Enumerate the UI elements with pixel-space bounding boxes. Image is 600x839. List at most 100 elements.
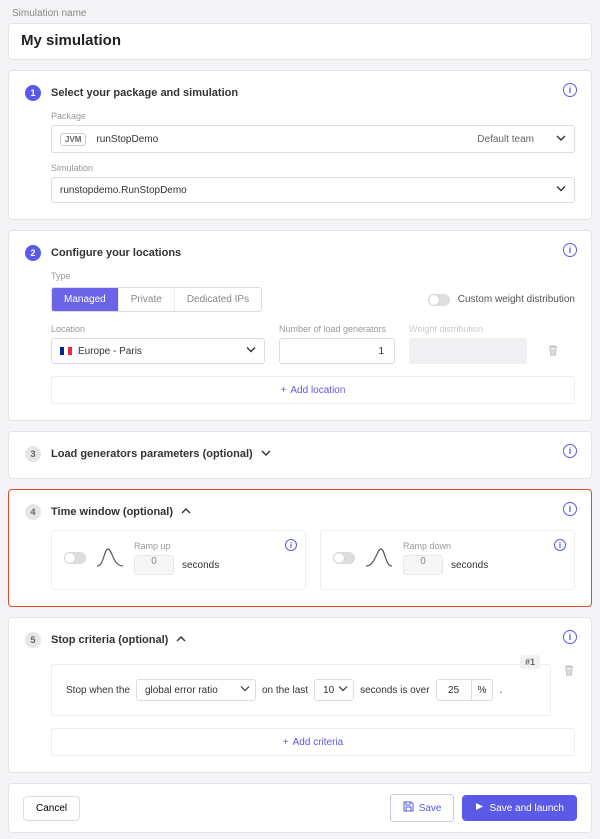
- ramp-down-unit: seconds: [451, 560, 488, 571]
- step5-header[interactable]: 5 Stop criteria (optional): [25, 632, 575, 648]
- custom-weight-toggle[interactable]: [428, 294, 450, 306]
- jvm-tag: JVM: [60, 133, 86, 146]
- cancel-button[interactable]: Cancel: [23, 796, 80, 821]
- last-seconds-select[interactable]: 10: [314, 679, 354, 701]
- custom-weight-label: Custom weight distribution: [458, 294, 575, 305]
- trash-icon[interactable]: [547, 344, 559, 360]
- step1-card: i 1 Select your package and simulation P…: [8, 70, 592, 220]
- threshold-unit: %: [471, 680, 493, 700]
- title-card: My simulation: [8, 23, 592, 60]
- step3-header[interactable]: 3 Load generators parameters (optional): [25, 446, 575, 462]
- last-seconds-value: 10: [323, 685, 334, 696]
- ramp-down-toggle[interactable]: [333, 552, 355, 564]
- package-name: runStopDemo: [96, 134, 477, 145]
- ramp-up-label: Ramp up: [134, 541, 219, 551]
- step1-title: Select your package and simulation: [51, 87, 238, 99]
- metric-value: global error ratio: [145, 685, 218, 696]
- weight-dist-label: Weight distribution: [409, 324, 527, 334]
- ramp-up-unit: seconds: [182, 560, 219, 571]
- info-icon[interactable]: i: [563, 444, 577, 458]
- save-launch-button[interactable]: Save and launch: [462, 795, 577, 821]
- info-icon[interactable]: i: [563, 630, 577, 644]
- ramp-up-curve-icon: [96, 547, 124, 570]
- simulation-label: Simulation: [51, 163, 575, 173]
- page-title: My simulation: [21, 32, 579, 49]
- generators-input[interactable]: 1: [279, 338, 395, 364]
- ramp-up-input[interactable]: 0: [134, 555, 174, 575]
- chevron-down-icon: [338, 684, 348, 697]
- custom-weight-row: Custom weight distribution: [428, 294, 575, 306]
- step2-header: 2 Configure your locations: [25, 245, 575, 261]
- step5-title: Stop criteria (optional): [51, 634, 168, 646]
- generators-label: Number of load generators: [279, 324, 395, 334]
- save-launch-label: Save and launch: [489, 803, 564, 814]
- step3-title: Load generators parameters (optional): [51, 448, 253, 460]
- plus-icon: +: [281, 385, 287, 396]
- step3-card: i 3 Load generators parameters (optional…: [8, 431, 592, 479]
- generators-value: 1: [378, 346, 384, 357]
- weight-dist-disabled: [409, 338, 527, 364]
- step4-header[interactable]: 4 Time window (optional): [25, 504, 575, 520]
- location-type-tabs: Managed Private Dedicated IPs: [51, 287, 262, 312]
- chevron-up-icon: [181, 506, 191, 519]
- step4-card: i 4 Time window (optional) i Ramp up 0 s…: [8, 489, 592, 607]
- play-icon: [475, 802, 484, 814]
- location-label: Location: [51, 324, 265, 334]
- metric-select[interactable]: global error ratio: [136, 679, 256, 701]
- step4-badge: 4: [25, 504, 41, 520]
- chevron-up-icon: [176, 634, 186, 647]
- threshold-value: 25: [437, 685, 471, 696]
- location-select[interactable]: Europe - Paris: [51, 338, 265, 364]
- info-icon[interactable]: i: [563, 83, 577, 97]
- step2-title: Configure your locations: [51, 247, 181, 259]
- step5-badge: 5: [25, 632, 41, 648]
- ramp-down-input[interactable]: 0: [403, 555, 443, 575]
- tab-private[interactable]: Private: [119, 288, 175, 311]
- info-icon[interactable]: i: [563, 243, 577, 257]
- step2-badge: 2: [25, 245, 41, 261]
- stop-when-text: Stop when the: [66, 685, 130, 696]
- step5-card: i 5 Stop criteria (optional) #1 Stop whe…: [8, 617, 592, 773]
- step4-title: Time window (optional): [51, 506, 173, 518]
- chevron-down-icon: [261, 448, 271, 461]
- save-button[interactable]: Save: [390, 794, 455, 822]
- flag-france-icon: [60, 347, 72, 355]
- add-criteria-button[interactable]: + Add criteria: [51, 728, 575, 756]
- info-icon[interactable]: i: [554, 539, 566, 551]
- ramp-up-box: i Ramp up 0 seconds: [51, 530, 306, 590]
- trash-icon[interactable]: [563, 664, 575, 680]
- ramp-up-toggle[interactable]: [64, 552, 86, 564]
- seconds-over-text: seconds is over: [360, 685, 429, 696]
- location-value: Europe - Paris: [78, 346, 142, 357]
- threshold-input[interactable]: 25 %: [436, 679, 494, 701]
- chevron-down-icon: [246, 345, 256, 358]
- stop-criteria-box: #1 Stop when the global error ratio on t…: [51, 664, 551, 716]
- on-last-text: on the last: [262, 685, 308, 696]
- footer-bar: Cancel Save Save and launch: [8, 783, 592, 833]
- page-label: Simulation name: [8, 6, 592, 23]
- step2-card: i 2 Configure your locations Type Manage…: [8, 230, 592, 421]
- info-icon[interactable]: i: [563, 502, 577, 516]
- save-icon: [403, 801, 414, 815]
- criteria-badge: #1: [520, 655, 540, 669]
- chevron-down-icon: [556, 184, 566, 197]
- package-label: Package: [51, 111, 575, 121]
- tab-managed[interactable]: Managed: [52, 288, 119, 311]
- save-label: Save: [419, 803, 442, 814]
- chevron-down-icon: [240, 684, 250, 697]
- ramp-down-box: i Ramp down 0 seconds: [320, 530, 575, 590]
- package-select[interactable]: JVM runStopDemo Default team: [51, 125, 575, 153]
- step1-badge: 1: [25, 85, 41, 101]
- ramp-down-label: Ramp down: [403, 541, 488, 551]
- tab-dedicated[interactable]: Dedicated IPs: [175, 288, 261, 311]
- sentence-dot: .: [499, 685, 502, 696]
- step1-header: 1 Select your package and simulation: [25, 85, 575, 101]
- info-icon[interactable]: i: [285, 539, 297, 551]
- type-label: Type: [51, 271, 575, 281]
- simulation-value: runstopdemo.RunStopDemo: [60, 185, 187, 196]
- step3-badge: 3: [25, 446, 41, 462]
- add-location-button[interactable]: + Add location: [51, 376, 575, 404]
- simulation-select[interactable]: runstopdemo.RunStopDemo: [51, 177, 575, 203]
- add-criteria-label: Add criteria: [293, 737, 344, 748]
- package-team: Default team: [477, 134, 534, 145]
